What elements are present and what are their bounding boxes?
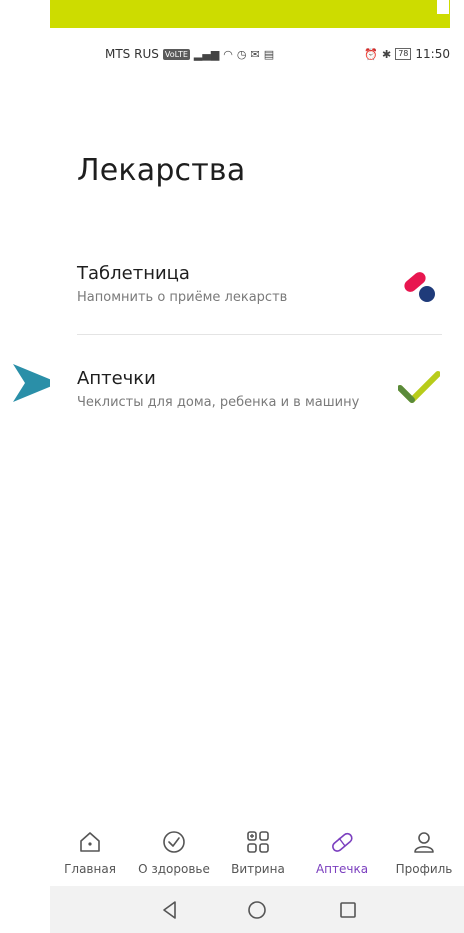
user-icon [414, 832, 434, 853]
phone-screen: MTS RUS VoLTE ▂▄▆ ◠ ◷ ✉ ▤ ⏰ ✱ 78 11:50 Л… [50, 28, 464, 933]
pill-icon [404, 272, 435, 302]
nav-item-home[interactable]: Главная [50, 828, 130, 876]
menu-item-subtitle: Напомнить о приёме лекарств [77, 290, 288, 305]
pill-icon [332, 832, 353, 852]
mail-icon: ✉ [250, 47, 260, 61]
home-icon [80, 832, 100, 852]
nav-label: Аптечка [315, 862, 369, 876]
recents-icon[interactable] [336, 898, 360, 922]
banner-notch [437, 0, 449, 14]
check-circle-icon [163, 831, 185, 853]
nav-label: Профиль [395, 862, 453, 876]
system-navigation-bar [50, 886, 464, 933]
check-icon [398, 371, 440, 403]
wifi-icon: ◠ [223, 47, 233, 61]
battery-icon: 78 [395, 48, 412, 60]
nav-label: Главная [64, 862, 116, 876]
nav-item-showcase[interactable]: Витрина [218, 828, 298, 876]
home-button-icon[interactable] [245, 898, 269, 922]
top-highlight-banner [50, 0, 450, 28]
time-label: 11:50 [415, 47, 450, 61]
page-title: Лекарства [77, 153, 246, 188]
carrier-label: MTS RUS [105, 47, 159, 61]
grid-plus-icon [247, 831, 269, 853]
nav-item-health[interactable]: О здоровье [134, 828, 214, 876]
volte-badge: VoLTE [162, 48, 190, 60]
clock-status-icon: ◷ [236, 47, 247, 61]
nav-label: Витрина [231, 862, 285, 876]
nav-item-profile[interactable]: Профиль [384, 828, 464, 876]
alarm-icon: ⏰ [364, 47, 378, 61]
nav-label: О здоровье [138, 862, 210, 876]
back-icon[interactable] [158, 898, 182, 922]
menu-item-first-aid-kits[interactable]: Аптечки Чеклисты для дома, ребенка и в м… [77, 368, 441, 410]
status-bar: MTS RUS VoLTE ▂▄▆ ◠ ◷ ✉ ▤ ⏰ ✱ 78 11:50 [50, 28, 464, 84]
menu-item-title: Таблетница [77, 263, 190, 284]
menu-item-title: Аптечки [77, 368, 156, 389]
status-left: MTS RUS VoLTE ▂▄▆ ◠ ◷ ✉ ▤ [105, 47, 274, 61]
divider [77, 334, 442, 335]
menu-item-subtitle: Чеклисты для дома, ребенка и в машину [77, 395, 360, 410]
message-icon: ▤ [263, 47, 275, 61]
nav-item-first-aid[interactable]: Аптечка [302, 828, 382, 876]
signal-icon: ▂▄▆ [193, 47, 220, 61]
bluetooth-icon: ✱ [382, 47, 392, 61]
status-right: ⏰ ✱ 78 11:50 [364, 47, 450, 61]
menu-item-pillbox[interactable]: Таблетница Напомнить о приёме лекарств [77, 263, 441, 305]
